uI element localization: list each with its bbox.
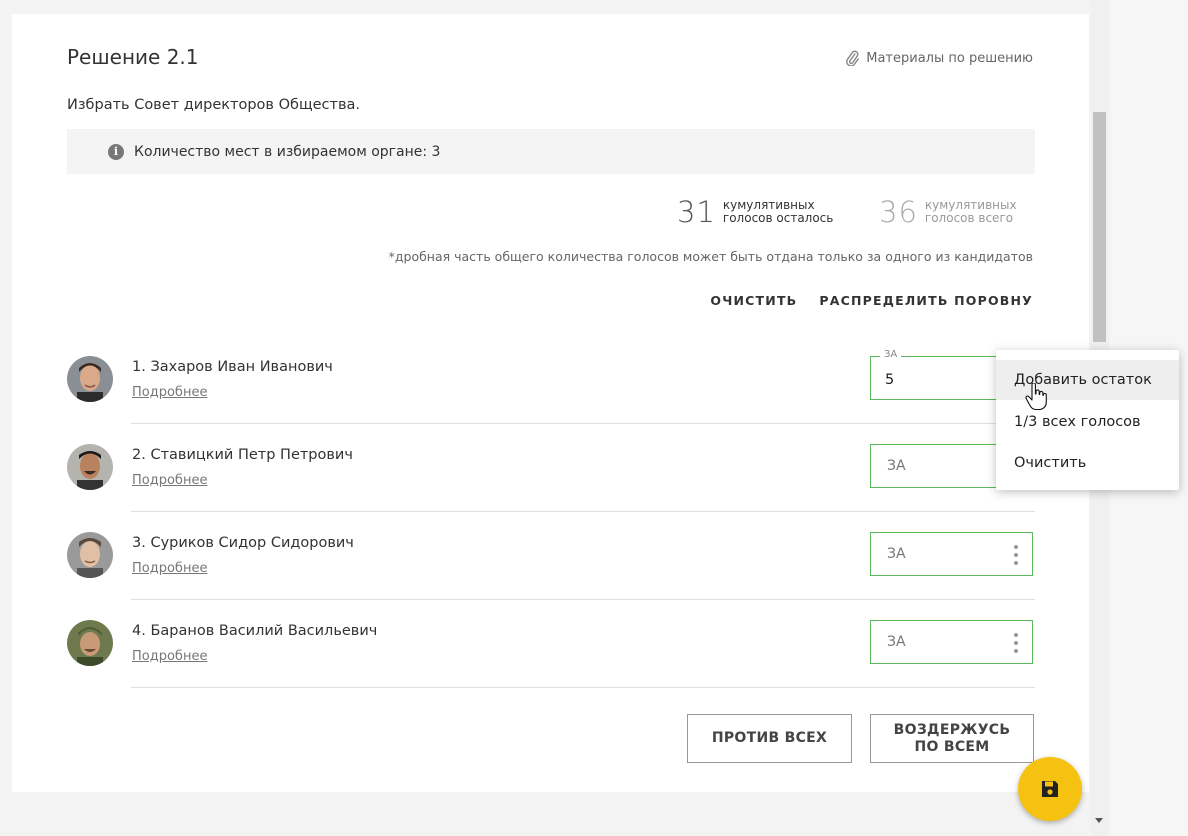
candidate-name: 2. Ставицкий Петр Петрович [132, 447, 353, 463]
against-all-label: ПРОТИВ ВСЕХ [711, 730, 828, 746]
menu-item-one-third[interactable]: 1/3 всех голосов [996, 402, 1179, 442]
materials-link[interactable]: Материалы по решению [844, 50, 1033, 66]
candidate-details-link[interactable]: Подробнее [132, 473, 207, 488]
vote-field-value: 5 [885, 372, 895, 388]
info-bar: i Количество мест в избираемом органе: 3 [67, 129, 1035, 174]
menu-item-add-remainder[interactable]: Добавить остаток [996, 360, 1179, 400]
more-vertical-icon[interactable] [1014, 545, 1018, 565]
hand-pointer-icon [1025, 383, 1047, 411]
scrollbar-thumb[interactable] [1093, 112, 1106, 342]
floppy-disk-icon [1042, 781, 1058, 797]
candidate-name: 4. Баранов Василий Васильевич [132, 623, 378, 639]
abstain-label-line1: ВОЗДЕРЖУСЬ [893, 721, 1011, 738]
avatar [67, 356, 113, 402]
remaining-votes-value: 31 [677, 195, 716, 229]
materials-label: Материалы по решению [866, 50, 1033, 66]
candidate-row: 1. Захаров Иван Иванович Подробнее ЗА 5 [67, 336, 1035, 424]
info-text: Количество мест в избираемом органе: 3 [134, 143, 441, 160]
total-votes-counter: 36 кумулятивных голосов всего [879, 195, 1017, 229]
vote-field[interactable]: ЗА [870, 620, 1033, 664]
clear-button[interactable]: ОЧИСТИТЬ [710, 293, 797, 308]
vote-field-label: ЗА [880, 349, 902, 360]
decision-question: Избрать Совет директоров Общества. [67, 97, 360, 113]
scroll-down-arrow-icon[interactable] [1095, 818, 1103, 823]
abstain-all-label: ВОЗДЕРЖУСЬ ПО ВСЕМ [894, 722, 1011, 756]
save-button[interactable] [1018, 757, 1082, 821]
total-votes-label: кумулятивных голосов всего [925, 199, 1017, 225]
info-icon: i [108, 143, 124, 160]
context-menu: Добавить остаток 1/3 всех голосов Очисти… [996, 350, 1179, 490]
menu-item-clear[interactable]: Очистить [996, 443, 1179, 483]
vote-field-placeholder: ЗА [887, 458, 906, 474]
candidate-name: 1. Захаров Иван Иванович [132, 359, 333, 375]
avatar [67, 532, 113, 578]
candidate-row: 4. Баранов Василий Васильевич Подробнее … [67, 600, 1035, 688]
total-votes-value: 36 [879, 195, 918, 229]
row-divider [131, 687, 1035, 688]
vote-field[interactable]: ЗА [870, 532, 1033, 576]
total-label-line2: голосов всего [924, 211, 1014, 225]
abstain-label-line2: ПО ВСЕМ [914, 738, 990, 755]
candidate-name: 3. Суриков Сидор Сидорович [132, 535, 354, 551]
candidate-details-link[interactable]: Подробнее [132, 561, 207, 576]
candidate-row: 3. Суриков Сидор Сидорович Подробнее ЗА [67, 512, 1035, 600]
vote-field-placeholder: ЗА [887, 546, 906, 562]
more-vertical-icon[interactable] [1014, 633, 1018, 653]
against-all-button[interactable]: ПРОТИВ ВСЕХ [687, 714, 852, 763]
remaining-votes-counter: 31 кумулятивных голосов осталось [677, 195, 833, 229]
candidate-details-link[interactable]: Подробнее [132, 385, 207, 400]
fraction-note: *дробная часть общего количества голосов… [388, 249, 1033, 264]
candidate-row: 2. Ставицкий Петр Петрович Подробнее ЗА [67, 424, 1035, 512]
decision-title: Решение 2.1 [67, 45, 199, 69]
remaining-label-line2: голосов осталось [722, 211, 834, 225]
candidate-details-link[interactable]: Подробнее [132, 649, 207, 664]
avatar [67, 620, 113, 666]
avatar [67, 444, 113, 490]
vote-actions: ОЧИСТИТЬ РАСПРЕДЕЛИТЬ ПОРОВНУ [710, 293, 1033, 308]
abstain-all-button[interactable]: ВОЗДЕРЖУСЬ ПО ВСЕМ [870, 714, 1034, 763]
remaining-votes-label: кумулятивных голосов осталось [723, 199, 833, 225]
vote-field-placeholder: ЗА [887, 634, 906, 650]
distribute-evenly-button[interactable]: РАСПРЕДЕЛИТЬ ПОРОВНУ [819, 293, 1033, 308]
paperclip-icon [846, 50, 860, 66]
